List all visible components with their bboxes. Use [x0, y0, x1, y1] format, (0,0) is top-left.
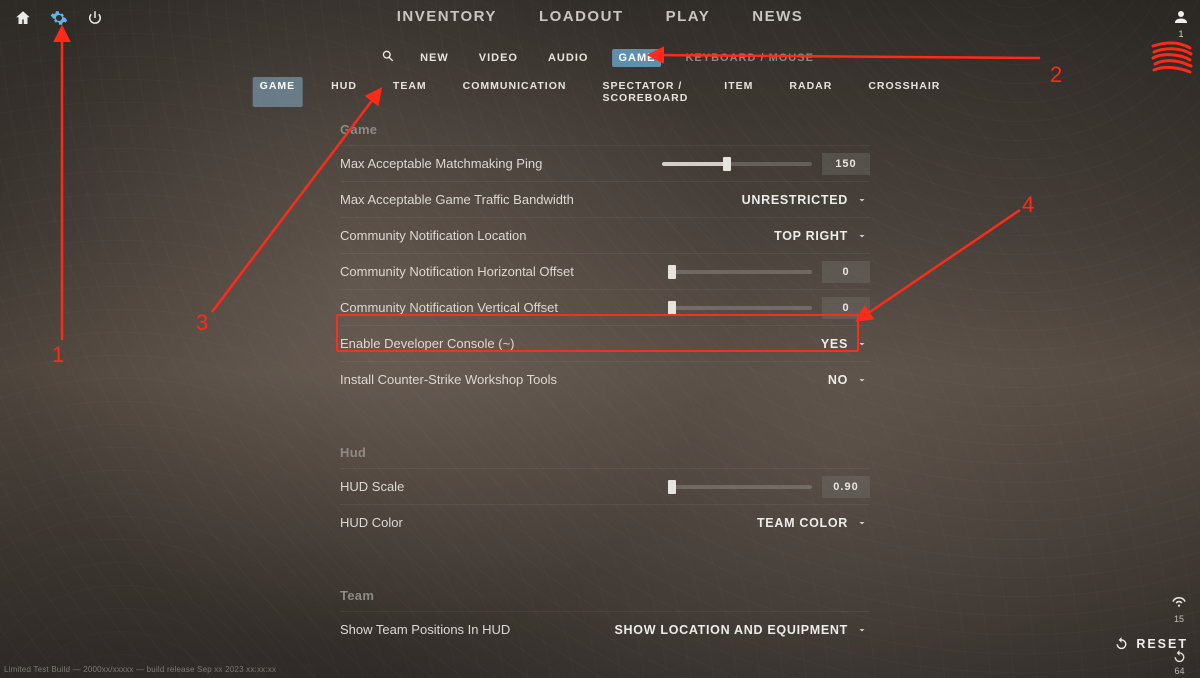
- subnav-keyboard-mouse[interactable]: KEYBOARD / MOUSE: [679, 49, 819, 67]
- chevron-down-icon: [856, 624, 868, 636]
- row-notif-h-offset: Community Notification Horizontal Offset…: [340, 253, 870, 289]
- section-title-hud: Hud: [340, 445, 870, 460]
- cat-crosshair[interactable]: CROSSHAIR: [861, 77, 947, 107]
- row-bandwidth: Max Acceptable Game Traffic Bandwidth UN…: [340, 181, 870, 217]
- slider-notif-h[interactable]: [672, 270, 812, 274]
- dropdown-team-positions[interactable]: SHOW LOCATION AND EQUIPMENT: [615, 623, 870, 637]
- label-hud-color: HUD Color: [340, 515, 757, 530]
- dropdown-workshop[interactable]: NO: [828, 373, 870, 387]
- value-ping[interactable]: 150: [822, 153, 870, 175]
- annotation-label-3: 3: [196, 310, 208, 336]
- network-ping-value: 15: [1174, 614, 1184, 624]
- search-icon[interactable]: [380, 48, 396, 67]
- category-nav: GAME HUD TEAM COMMUNICATION SPECTATOR / …: [253, 77, 948, 107]
- nav-play[interactable]: PLAY: [666, 8, 711, 25]
- label-notif-h-offset: Community Notification Horizontal Offset: [340, 264, 672, 279]
- chevron-down-icon: [856, 194, 868, 206]
- latency-value: 64: [1174, 666, 1184, 676]
- dropdown-hud-color[interactable]: TEAM COLOR: [757, 516, 870, 530]
- row-team-positions: Show Team Positions In HUD SHOW LOCATION…: [340, 611, 870, 647]
- value-bandwidth: UNRESTRICTED: [742, 193, 848, 207]
- chevron-down-icon: [856, 338, 868, 350]
- row-hud-scale: HUD Scale 0.90: [340, 468, 870, 504]
- gear-icon[interactable]: [50, 9, 68, 32]
- value-notif-h[interactable]: 0: [822, 261, 870, 283]
- dropdown-devconsole[interactable]: YES: [821, 337, 870, 351]
- cat-item[interactable]: ITEM: [717, 77, 760, 107]
- profile-icon[interactable]: 1: [1172, 8, 1190, 39]
- value-notif-location: TOP RIGHT: [774, 229, 848, 243]
- label-team-positions: Show Team Positions In HUD: [340, 622, 615, 637]
- value-hud-color: TEAM COLOR: [757, 516, 848, 530]
- label-workshop: Install Counter-Strike Workshop Tools: [340, 372, 828, 387]
- nav-news[interactable]: NEWS: [752, 8, 803, 25]
- annotation-scribble: [1150, 38, 1194, 78]
- row-workshop: Install Counter-Strike Workshop Tools NO: [340, 361, 870, 397]
- chevron-down-icon: [856, 230, 868, 242]
- dropdown-bandwidth[interactable]: UNRESTRICTED: [742, 193, 870, 207]
- dropdown-notif-location[interactable]: TOP RIGHT: [774, 229, 870, 243]
- slider-notif-v[interactable]: [672, 306, 812, 310]
- cat-radar[interactable]: RADAR: [782, 77, 839, 107]
- label-notif-location: Community Notification Location: [340, 228, 774, 243]
- profile-count: 1: [1178, 29, 1183, 39]
- label-bandwidth: Max Acceptable Game Traffic Bandwidth: [340, 192, 742, 207]
- value-devconsole: YES: [821, 337, 848, 351]
- subnav-game[interactable]: GAME: [612, 49, 661, 67]
- chevron-down-icon: [856, 374, 868, 386]
- label-devconsole: Enable Developer Console (~): [340, 336, 821, 351]
- value-notif-v[interactable]: 0: [822, 297, 870, 319]
- cat-game[interactable]: GAME: [253, 77, 303, 107]
- section-title-game: Game: [340, 122, 870, 137]
- subnav-video[interactable]: VIDEO: [473, 49, 524, 67]
- value-team-positions: SHOW LOCATION AND EQUIPMENT: [615, 623, 848, 637]
- subnav-new[interactable]: NEW: [414, 49, 455, 67]
- slider-ping[interactable]: [662, 162, 812, 166]
- value-workshop: NO: [828, 373, 848, 387]
- annotation-label-1: 1: [52, 342, 64, 368]
- cat-communication[interactable]: COMMUNICATION: [456, 77, 574, 107]
- cat-spectator[interactable]: SPECTATOR / SCOREBOARD: [595, 77, 695, 107]
- home-icon[interactable]: [14, 9, 32, 32]
- latency-icon[interactable]: 64: [1171, 648, 1188, 676]
- row-notif-location: Community Notification Location TOP RIGH…: [340, 217, 870, 253]
- subnav-audio[interactable]: AUDIO: [542, 49, 594, 67]
- cat-hud[interactable]: HUD: [324, 77, 364, 107]
- settings-sub-nav: NEW VIDEO AUDIO GAME KEYBOARD / MOUSE: [380, 48, 820, 67]
- cat-team[interactable]: TEAM: [386, 77, 434, 107]
- annotation-label-2: 2: [1050, 62, 1062, 88]
- annotation-label-4: 4: [1022, 192, 1034, 218]
- label-notif-v-offset: Community Notification Vertical Offset: [340, 300, 672, 315]
- row-devconsole: Enable Developer Console (~) YES: [340, 325, 870, 361]
- label-hud-scale: HUD Scale: [340, 479, 672, 494]
- section-title-team: Team: [340, 588, 870, 603]
- row-hud-color: HUD Color TEAM COLOR: [340, 504, 870, 540]
- slider-hud-scale[interactable]: [672, 485, 812, 489]
- settings-panel: Game Max Acceptable Matchmaking Ping 150…: [340, 108, 870, 660]
- chevron-down-icon: [856, 517, 868, 529]
- row-ping: Max Acceptable Matchmaking Ping 150: [340, 145, 870, 181]
- build-string: Limited Test Build — 2000xx/xxxxx — buil…: [4, 665, 276, 674]
- row-notif-v-offset: Community Notification Vertical Offset 0: [340, 289, 870, 325]
- label-ping: Max Acceptable Matchmaking Ping: [340, 156, 662, 171]
- network-ping-icon[interactable]: 15: [1170, 594, 1188, 624]
- value-hud-scale[interactable]: 0.90: [822, 476, 870, 498]
- nav-inventory[interactable]: INVENTORY: [397, 8, 497, 25]
- nav-loadout[interactable]: LOADOUT: [539, 8, 624, 25]
- main-nav: INVENTORY LOADOUT PLAY NEWS: [397, 8, 804, 25]
- power-icon[interactable]: [86, 9, 104, 32]
